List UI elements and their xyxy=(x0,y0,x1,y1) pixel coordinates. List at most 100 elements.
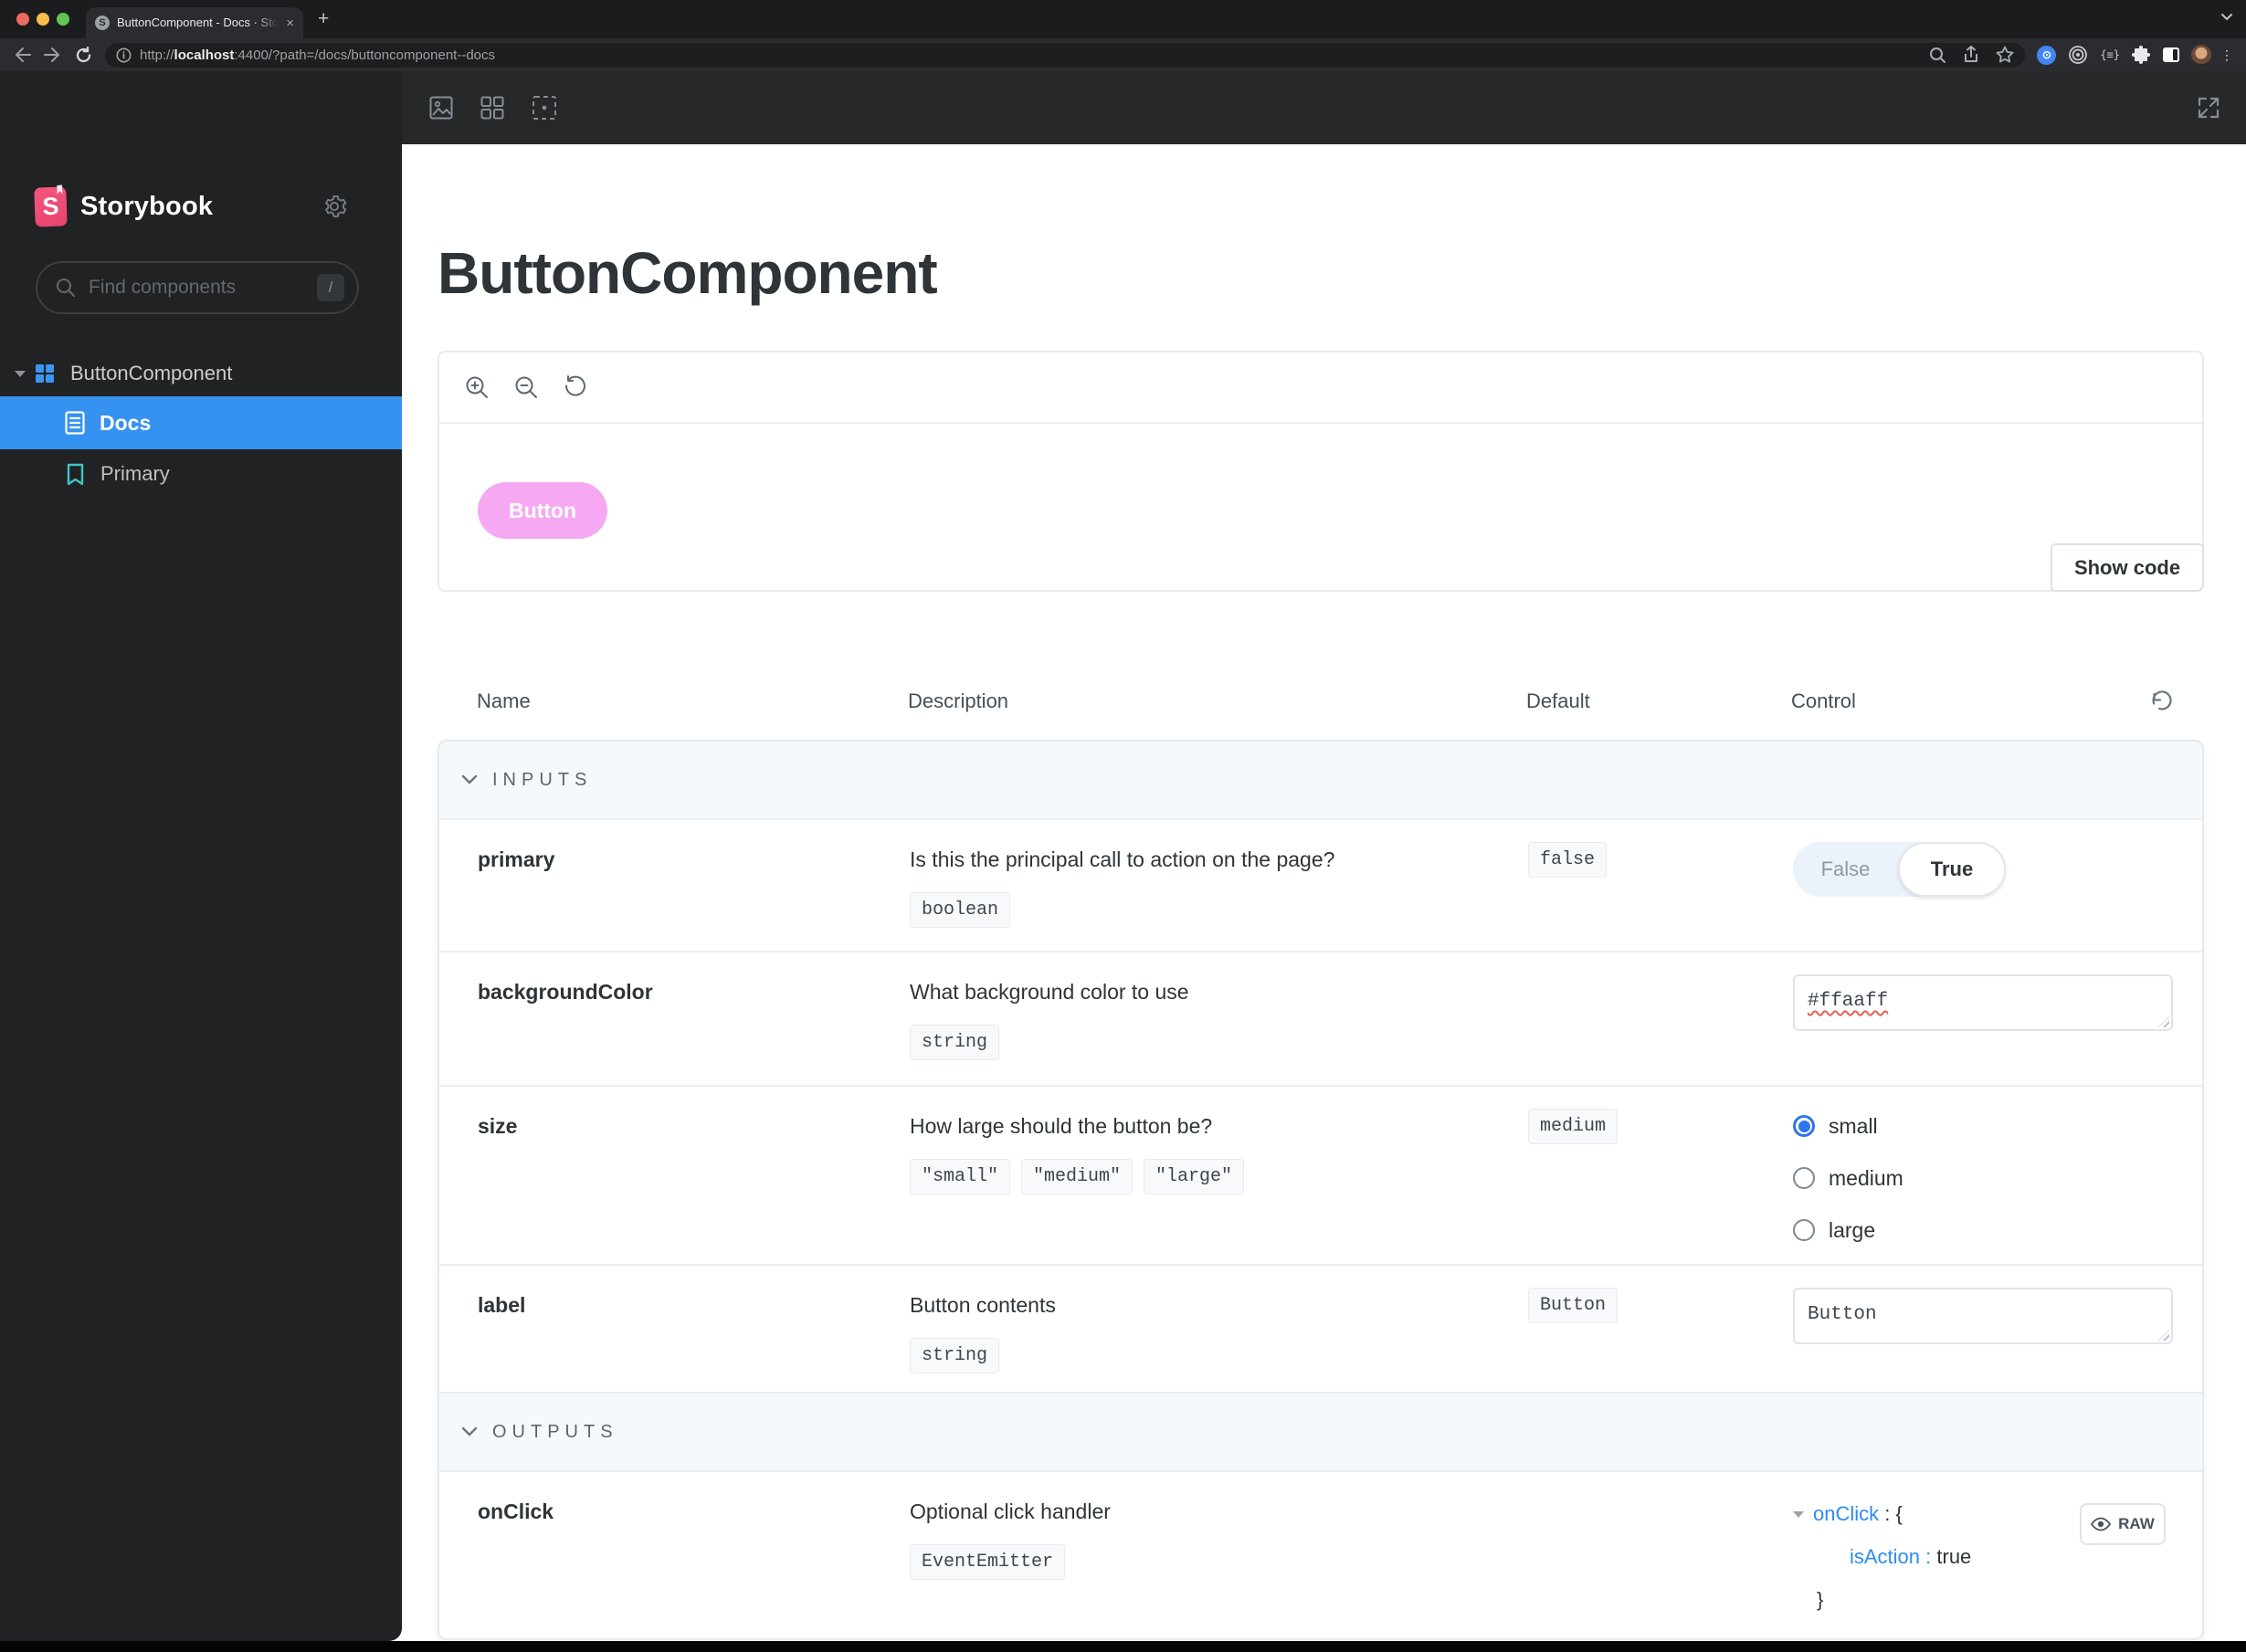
arg-name: primary xyxy=(478,847,555,871)
raw-toggle-button[interactable]: RAW xyxy=(2080,1503,2166,1545)
gear-icon[interactable] xyxy=(322,194,347,219)
default-chip: Button xyxy=(1528,1288,1619,1323)
toggle-option-true-selected[interactable]: True xyxy=(1898,842,2006,897)
default-chip: medium xyxy=(1528,1109,1619,1144)
sidebar-item-buttoncomponent[interactable]: ButtonComponent xyxy=(0,347,402,400)
sidebar-item-docs-selected[interactable]: Docs xyxy=(0,396,402,449)
sidebar-item-label: Docs xyxy=(100,410,152,435)
browser-toolbar: http://localhost:4400/?path=/docs/button… xyxy=(0,38,2246,71)
tab-close-icon[interactable]: × xyxy=(286,16,294,30)
chevron-down-icon xyxy=(461,1426,478,1437)
column-header-description: Description xyxy=(908,689,1009,712)
type-chip: string xyxy=(910,1025,1000,1060)
tree-collapse-icon[interactable] xyxy=(1793,1511,1804,1518)
type-chip: string xyxy=(910,1338,1000,1373)
type-chip: "medium" xyxy=(1021,1159,1134,1194)
label-input[interactable]: Button xyxy=(1793,1288,2173,1344)
search-input[interactable]: Find components / xyxy=(36,261,359,314)
share-icon[interactable] xyxy=(1963,46,1979,64)
screen: S ButtonComponent - Docs · Sto × + http:… xyxy=(0,0,2246,1652)
default-chip: false xyxy=(1528,842,1608,878)
profile-avatar[interactable] xyxy=(2191,45,2211,65)
table-row-backgroundcolor: backgroundColor What background color to… xyxy=(439,951,2202,1085)
window-bottom-edge xyxy=(0,1641,2246,1652)
arg-name: size xyxy=(478,1114,518,1138)
column-header-name: Name xyxy=(477,689,531,712)
arg-description: Button contents string xyxy=(910,1266,1528,1392)
background-image-icon[interactable] xyxy=(429,96,453,120)
storybook-sidebar: S Storybook Find components / ButtonComp… xyxy=(0,71,402,1641)
bookmark-star-icon[interactable] xyxy=(1996,46,2014,64)
radio-option-small[interactable]: small xyxy=(1793,1114,2172,1138)
arg-name: backgroundColor xyxy=(478,980,653,1004)
component-grid-icon xyxy=(35,363,55,384)
search-shortcut-key: / xyxy=(317,274,344,301)
type-chip: EventEmitter xyxy=(910,1544,1066,1580)
measure-outline-icon[interactable] xyxy=(532,95,557,121)
argstable: INPUTS primary Is this the principal cal… xyxy=(438,740,2204,1640)
boolean-toggle[interactable]: False True xyxy=(1793,842,2006,897)
story-preview-card: Button Show code xyxy=(438,351,2204,592)
browser-tab-strip: S ButtonComponent - Docs · Sto × + xyxy=(0,0,2246,38)
arg-name: label xyxy=(478,1293,526,1317)
section-inputs[interactable]: INPUTS xyxy=(439,742,2202,818)
radio-icon[interactable] xyxy=(1793,1167,1815,1189)
argstable-header: Name Description Default Control xyxy=(438,683,2204,720)
extensions-puzzle-icon[interactable] xyxy=(2132,45,2151,65)
tab-search-chevron-icon[interactable] xyxy=(2220,13,2233,22)
radio-icon[interactable] xyxy=(1793,1219,1815,1241)
fullscreen-icon[interactable] xyxy=(2197,96,2220,120)
radio-selected-icon[interactable] xyxy=(1793,1115,1815,1137)
grid-toggle-icon[interactable] xyxy=(480,96,504,120)
json-extension-icon[interactable]: {≡} xyxy=(2100,48,2120,61)
browser-menu-icon[interactable]: ⋮ xyxy=(2220,48,2233,61)
arg-name: onClick xyxy=(478,1499,554,1523)
radio-option-medium[interactable]: medium xyxy=(1793,1166,2172,1190)
browser-tab[interactable]: S ButtonComponent - Docs · Sto × xyxy=(86,7,303,38)
url-text: http://localhost:4400/?path=/docs/button… xyxy=(140,47,496,63)
traffic-minimize-button[interactable] xyxy=(37,13,49,26)
back-icon[interactable] xyxy=(13,47,31,63)
zoom-page-icon[interactable] xyxy=(1929,47,1946,64)
backgroundcolor-input[interactable]: #ffaaff xyxy=(1793,974,2173,1031)
table-row-label: label Button contents string Button Butt… xyxy=(439,1264,2202,1392)
password-extension-icon[interactable]: ⊙ xyxy=(2037,45,2057,65)
storybook-logo: S xyxy=(34,186,68,227)
reload-icon[interactable] xyxy=(75,46,92,64)
side-panel-icon[interactable] xyxy=(2163,47,2179,62)
traffic-zoom-button[interactable] xyxy=(57,13,69,26)
sidebar-item-label: Primary xyxy=(100,462,170,485)
zoom-in-icon[interactable] xyxy=(465,375,489,399)
new-tab-button[interactable]: + xyxy=(318,9,329,28)
section-label: OUTPUTS xyxy=(492,1421,618,1442)
arg-description: What background color to use string xyxy=(910,952,1528,1085)
document-icon xyxy=(65,411,85,435)
arg-description: How large should the button be? "small" … xyxy=(910,1087,1528,1270)
zoom-reset-icon[interactable] xyxy=(564,375,587,399)
arg-description: Optional click handler EventEmitter xyxy=(910,1472,1528,1638)
sidebar-item-primary[interactable]: Primary xyxy=(0,447,402,500)
canvas-toolbar xyxy=(402,71,2246,144)
toggle-option-false[interactable]: False xyxy=(1793,858,1898,881)
expand-caret-icon[interactable] xyxy=(15,370,26,377)
reset-controls-icon[interactable] xyxy=(2150,690,2174,712)
zoom-out-icon[interactable] xyxy=(514,375,538,399)
traffic-close-button[interactable] xyxy=(16,13,29,26)
eye-icon xyxy=(2091,1517,2112,1531)
forward-icon[interactable] xyxy=(44,47,62,63)
preview-toolbar xyxy=(439,352,2202,424)
target-extension-icon[interactable] xyxy=(2068,45,2088,65)
story-button[interactable]: Button xyxy=(478,482,607,539)
search-icon xyxy=(56,278,76,298)
arg-description: Is this the principal call to action on … xyxy=(910,820,1528,951)
show-code-button[interactable]: Show code xyxy=(2051,543,2204,592)
page-title: ButtonComponent xyxy=(438,240,938,306)
tree-line: } xyxy=(1817,1588,1824,1611)
brand-title[interactable]: Storybook xyxy=(80,192,213,222)
section-outputs[interactable]: OUTPUTS xyxy=(439,1392,2202,1470)
table-row-onclick: onClick Optional click handler EventEmit… xyxy=(439,1470,2202,1638)
radio-option-large[interactable]: large xyxy=(1793,1218,2172,1242)
url-bar[interactable]: http://localhost:4400/?path=/docs/button… xyxy=(105,42,2026,68)
type-chip: "large" xyxy=(1144,1159,1245,1194)
site-info-icon[interactable] xyxy=(116,47,132,63)
